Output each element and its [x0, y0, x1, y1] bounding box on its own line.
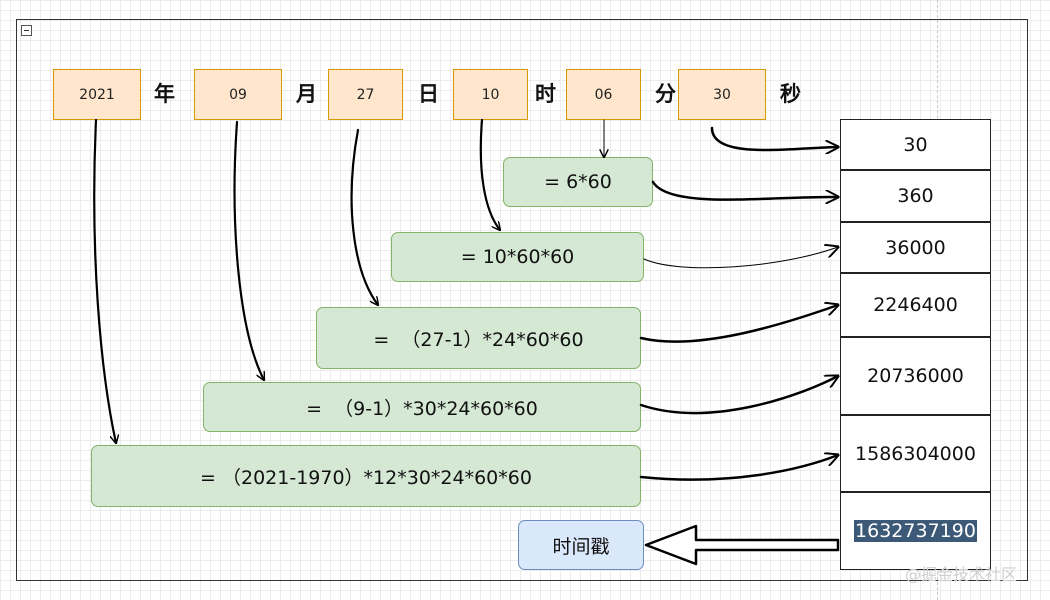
arrow-day-result: [639, 305, 838, 343]
arrow-to-timestamp-label: [644, 524, 840, 566]
arrow-month-result: [639, 376, 838, 415]
arrow-hour-result: [643, 247, 838, 269]
watermark: @掘金技术社区: [905, 565, 1018, 584]
arrow-year-result: [639, 455, 838, 481]
connector-arrows: [93, 118, 1050, 566]
arrow-day-down: [350, 128, 378, 305]
arrow-year-down: [93, 118, 116, 443]
arrow-month-down: [233, 120, 264, 380]
arrow-seconds: [710, 126, 838, 150]
arrow-hours-down: [479, 118, 500, 230]
arrow-minute-result: [651, 180, 838, 200]
